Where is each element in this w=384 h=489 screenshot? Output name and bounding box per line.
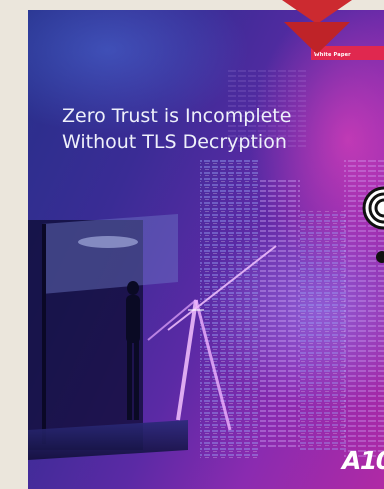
overlay-layer [282, 0, 384, 263]
concentric-rings-icon[interactable] [362, 186, 384, 263]
double-chevron-down-icon[interactable] [282, 0, 352, 54]
